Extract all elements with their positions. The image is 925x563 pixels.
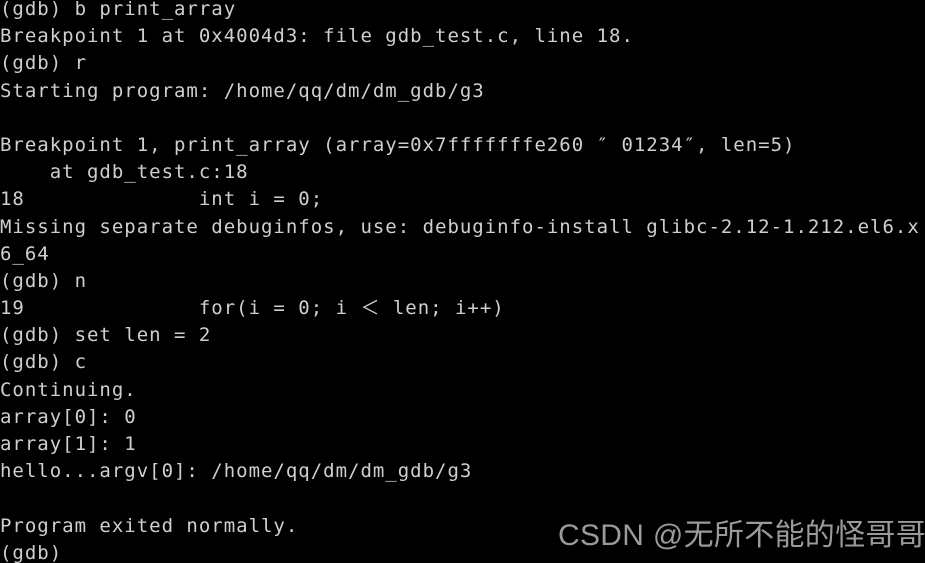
terminal-line: (gdb) set len = 2 [0,324,212,347]
terminal-line: hello...argv[0]: /home/qq/dm/dm_gdb/g3 [0,460,473,483]
terminal-line: array[0]: 0 [0,405,137,428]
terminal-line: at gdb_test.c:18 [0,161,249,184]
terminal-line: Breakpoint 1 at 0x4004d3: file gdb_test.… [0,25,634,48]
terminal-line: Breakpoint 1, print_array (array=0x7ffff… [0,133,796,156]
terminal-line: Starting program: /home/qq/dm/dm_gdb/g3 [0,79,485,102]
terminal-line: (gdb) [0,541,63,563]
terminal-line: Missing separate debuginfos, use: debugi… [0,215,920,238]
terminal-line: Program exited normally. [0,514,299,537]
terminal-line: 19 for(i = 0; i ＜ len; i++) [0,297,505,320]
terminal-line: 6_64 [0,242,50,265]
terminal-line: (gdb) n [0,269,88,292]
terminal-line: 18 int i = 0; [0,188,324,211]
terminal-line: (gdb) b print_array [0,0,237,20]
terminal-line: (gdb) c [0,351,88,374]
terminal-line: array[1]: 1 [0,433,137,455]
terminal-output: (gdb) b print_array Breakpoint 1 at 0x400… [0,0,925,563]
terminal-line: (gdb) r [0,52,88,75]
terminal-window[interactable]: (gdb) b print_array Breakpoint 1 at 0x400… [0,0,925,563]
terminal-line: Continuing. [0,378,137,401]
